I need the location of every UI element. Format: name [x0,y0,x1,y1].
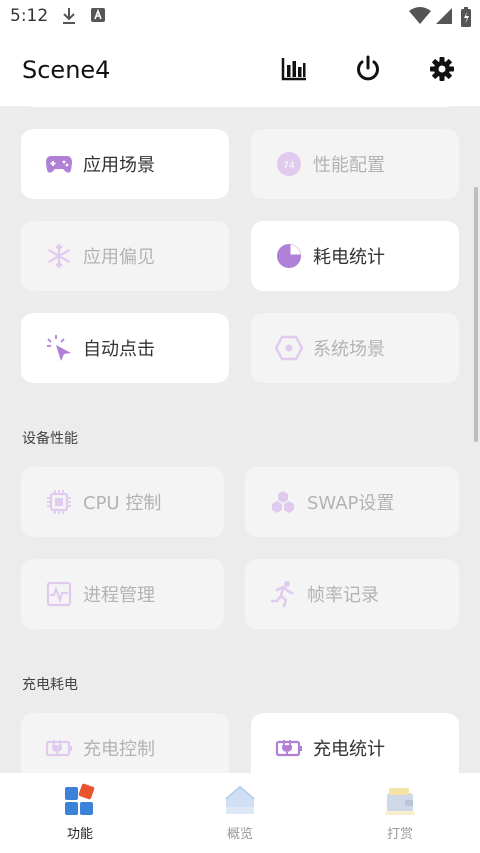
gauge-icon: 74 [275,150,303,178]
download-icon [63,8,75,24]
card-label: 耗电统计 [313,247,385,268]
card-label: 应用偏见 [83,247,155,268]
status-time: 5:12 [10,6,49,26]
runner-icon [269,580,297,608]
power-button[interactable] [353,54,383,84]
app-bar: Scene4 [0,34,480,106]
card-app-scene[interactable]: 应用场景 [21,129,229,199]
status-bar: 5:12 [0,0,480,34]
notification-a-icon [91,8,105,22]
card-auto-click[interactable]: 自动点击 [21,313,229,383]
nav-donate[interactable]: 打赏 [350,783,450,842]
card-label: 充电控制 [83,739,155,760]
card-performance-config[interactable]: 74 性能配置 [251,129,459,199]
power-icon [357,55,379,81]
card-process-manager[interactable]: 进程管理 [21,559,224,629]
card-label: 性能配置 [313,155,385,176]
settings-button[interactable] [427,54,457,84]
snowflake-icon [45,242,73,270]
card-label: 自动点击 [83,339,155,360]
card-fps-record[interactable]: 帧率记录 [245,559,459,629]
card-label: CPU 控制 [83,493,162,514]
scrollbar[interactable] [474,187,478,442]
card-label: 系统场景 [313,339,385,360]
bottom-nav: 功能 概览 打赏 [0,773,480,853]
card-power-stats[interactable]: 耗电统计 [251,221,459,291]
hexagons-icon [269,488,297,516]
battery-icon [461,7,471,27]
gamepad-icon [45,150,73,178]
feature-grid: 应用场景 74 性能配置 应用偏见 耗电统计 自动点击 系统场景 设备性能 CP… [0,107,480,773]
signal-icon [436,8,452,24]
pie-chart-icon [275,242,303,270]
hexagon-icon [275,334,303,362]
section-title-device: 设备性能 [22,431,78,447]
app-title: Scene4 [22,56,111,84]
battery-stats-icon [275,734,303,762]
card-cpu-control[interactable]: CPU 控制 [21,467,224,537]
cursor-click-icon [45,334,73,362]
svg-text:74: 74 [283,161,295,171]
nav-label: 功能 [66,827,93,842]
card-label: 应用场景 [83,155,155,176]
card-system-scene[interactable]: 系统场景 [251,313,459,383]
card-label: 帧率记录 [307,585,379,606]
cpu-icon [45,488,73,516]
card-app-bias[interactable]: 应用偏见 [21,221,229,291]
section-title-charging: 充电耗电 [22,677,78,693]
card-label: 进程管理 [83,585,155,606]
home-icon [225,785,255,814]
nav-label: 打赏 [386,827,413,842]
card-charge-control[interactable]: 充电控制 [21,713,229,773]
battery-charge-icon [45,734,73,762]
card-charge-stats[interactable]: 充电统计 [251,713,459,773]
stats-button[interactable] [279,54,309,84]
card-label: 充电统计 [313,739,385,760]
wifi-icon [409,7,431,24]
card-swap-settings[interactable]: SWAP设置 [245,467,459,537]
pulse-icon [45,580,73,608]
apps-icon [65,783,95,815]
bar-chart-icon [281,58,306,81]
nav-features[interactable]: 功能 [30,783,130,842]
wallet-icon [385,788,415,815]
card-label: SWAP设置 [307,493,395,514]
nav-overview[interactable]: 概览 [190,783,290,842]
gear-icon [430,57,454,81]
nav-label: 概览 [226,827,253,842]
